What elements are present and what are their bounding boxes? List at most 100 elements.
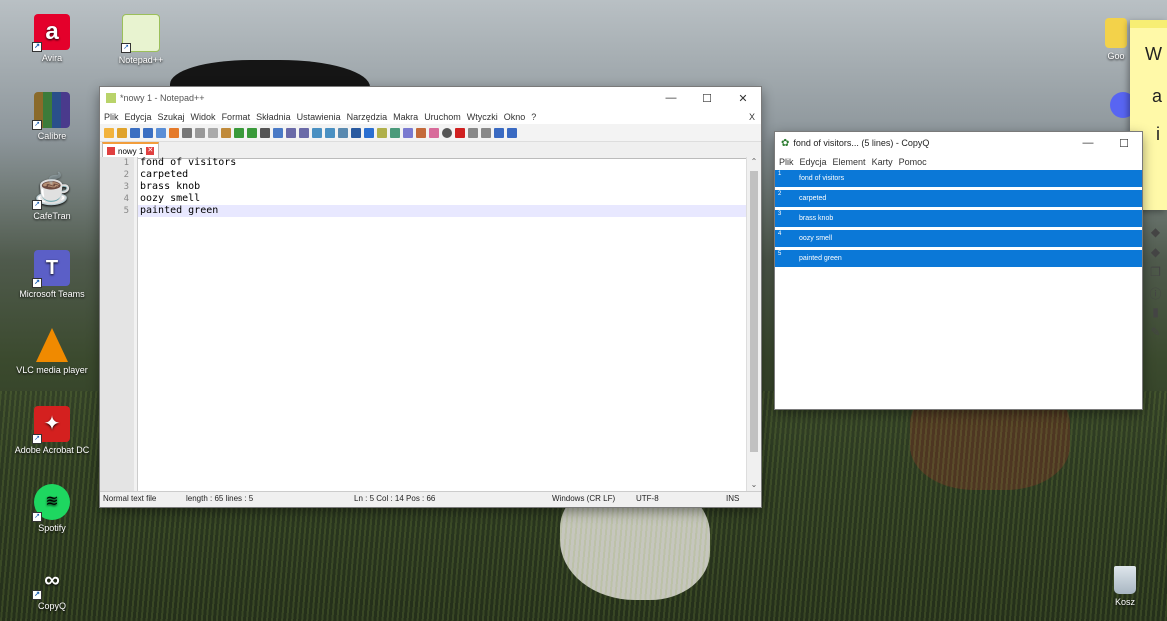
menu-ustawienia[interactable]: Ustawienia [297,112,341,122]
desktop-icon-teams[interactable]: T ↗ Microsoft Teams [6,250,98,299]
menu-help[interactable]: ? [531,112,536,122]
desktop-icon-cafetran[interactable]: ☕ ↗ CafeTran [6,172,98,221]
tag-icon[interactable]: ◆ [1144,245,1167,265]
menu-narzedzia[interactable]: Narzędzia [347,112,388,122]
new-file-icon[interactable] [104,127,114,138]
editor-area[interactable]: 1 2 3 4 5 fond of visitors carpeted bras… [100,157,761,492]
editor-line[interactable]: oozy smell [138,193,746,205]
desktop-icon-recycle-bin[interactable]: Kosz [1100,566,1150,607]
copyq-window[interactable]: ✿ fond of visitors... (5 lines) - CopyQ … [775,132,1142,409]
line-number: 1 [123,158,129,168]
desktop-icon-vlc[interactable]: VLC media player [6,328,98,375]
word-wrap-icon[interactable] [338,127,348,138]
menu-skladnia[interactable]: Składnia [256,112,291,122]
desktop-icon-copyq[interactable]: ∞ ↗ CopyQ [6,562,98,611]
menu-makra[interactable]: Makra [393,112,418,122]
minimize-button[interactable]: — [653,92,689,104]
editor-line[interactable]: brass knob [138,181,746,193]
desktop-icon-calibre[interactable]: ↗ Calibre [6,92,98,141]
tab-nowy-1[interactable]: nowy 1 ✕ [102,142,160,158]
desktop-icon-spotify[interactable]: ≋ ↗ Spotify [6,484,98,533]
menu-wtyczki[interactable]: Wtyczki [467,112,498,122]
menu-close-document[interactable]: X [749,112,755,122]
doc-map-icon[interactable] [390,127,400,138]
redo-icon[interactable] [247,127,257,138]
cut-icon[interactable] [195,127,205,138]
folder-workspace-icon[interactable] [416,127,426,138]
minimize-button[interactable]: — [1070,137,1106,149]
clipboard-item-list[interactable]: 1 fond of visitors 2 carpeted 3 brass knob … [775,170,1142,270]
menu-format[interactable]: Format [222,112,251,122]
scrollbar-thumb[interactable] [750,171,758,452]
desktop-icon-notepadpp[interactable]: ↗ Notepad++ [95,14,187,65]
macro-play-icon[interactable] [481,127,491,138]
open-file-icon[interactable] [117,127,127,138]
macro-stop-icon[interactable] [468,127,478,138]
desktop-icon-acrobat[interactable]: ✦ ↗ Adobe Acrobat DC [6,406,98,455]
trash-icon[interactable]: ▮ [1144,305,1167,325]
clipboard-item[interactable]: 5 painted green [775,250,1142,267]
scroll-up-icon[interactable]: ⌃ [747,157,761,169]
clipboard-item[interactable]: 4 oozy smell [775,230,1142,247]
editor-line-current[interactable]: painted green [138,205,746,217]
macro-record-icon[interactable] [442,127,452,138]
notepadpp-titlebar[interactable]: *nowy 1 - Notepad++ — ☐ ✕ [100,87,761,109]
copyq-titlebar[interactable]: ✿ fond of visitors... (5 lines) - CopyQ … [775,132,1142,154]
save-icon[interactable] [130,127,140,138]
close-button[interactable]: ✕ [725,92,761,105]
edit-icon[interactable]: ✎ [1144,325,1167,345]
notepadpp-window[interactable]: *nowy 1 - Notepad++ — ☐ ✕ Plik Edycja Sz… [100,87,761,507]
menu-plik[interactable]: Plik [779,157,794,167]
editor-line[interactable]: fond of visitors [138,157,746,169]
line-number: 5 [123,206,129,216]
menu-element[interactable]: Element [833,157,866,167]
vertical-scrollbar[interactable]: ⌃ ⌄ [746,157,761,492]
clipboard-item[interactable]: 1 fond of visitors [775,170,1142,187]
tab-close-icon[interactable]: ✕ [146,147,155,155]
status-insert-mode: INS [726,494,740,503]
undo-icon[interactable] [234,127,244,138]
info-icon[interactable]: ⓘ [1144,285,1167,305]
function-list-icon[interactable] [403,127,413,138]
print-icon[interactable] [182,127,192,138]
replace-icon[interactable] [273,127,283,138]
copy-icon[interactable] [208,127,218,138]
desktop-icon-label: Microsoft Teams [19,289,85,299]
paste-icon[interactable] [221,127,231,138]
menu-szukaj[interactable]: Szukaj [158,112,185,122]
clipboard-item[interactable]: 2 carpeted [775,190,1142,207]
zoom-out-icon[interactable] [299,127,309,138]
menu-karty[interactable]: Karty [872,157,893,167]
lang-icon[interactable] [377,127,387,138]
close-all-icon[interactable] [169,127,179,138]
clipboard-item[interactable]: 3 brass knob [775,210,1142,227]
save-all-icon[interactable] [143,127,153,138]
monitoring-icon[interactable] [429,127,439,138]
show-all-chars-icon[interactable] [351,127,361,138]
sync-vertical-icon[interactable] [312,127,322,138]
tag-icon[interactable]: ◆ [1144,225,1167,245]
editor-line[interactable]: carpeted [138,169,746,181]
copy-icon[interactable]: ❐ [1144,265,1167,285]
close-file-icon[interactable] [156,127,166,138]
sync-horizontal-icon[interactable] [325,127,335,138]
menu-okno[interactable]: Okno [504,112,526,122]
desktop-icon-avira[interactable]: a ↗ Avira [6,14,98,63]
menu-edycja[interactable]: Edycja [125,112,152,122]
maximize-button[interactable]: ☐ [1106,137,1142,150]
menu-edycja[interactable]: Edycja [800,157,827,167]
menu-uruchom[interactable]: Uruchom [424,112,461,122]
menu-pomoc[interactable]: Pomoc [899,157,927,167]
notepadpp-menubar: Plik Edycja Szukaj Widok Format Składnia… [100,109,761,124]
indent-guide-icon[interactable] [364,127,374,138]
macro-save-icon[interactable] [507,127,517,138]
menu-widok[interactable]: Widok [191,112,216,122]
menu-plik[interactable]: Plik [104,112,119,122]
macro-record-start-icon[interactable] [455,127,465,138]
find-icon[interactable] [260,127,270,138]
macro-play-multiple-icon[interactable] [494,127,504,138]
copyq-app-icon: ✿ [781,137,790,149]
text-content[interactable]: fond of visitors carpeted brass knob ooz… [138,157,746,492]
zoom-in-icon[interactable] [286,127,296,138]
maximize-button[interactable]: ☐ [689,92,725,105]
